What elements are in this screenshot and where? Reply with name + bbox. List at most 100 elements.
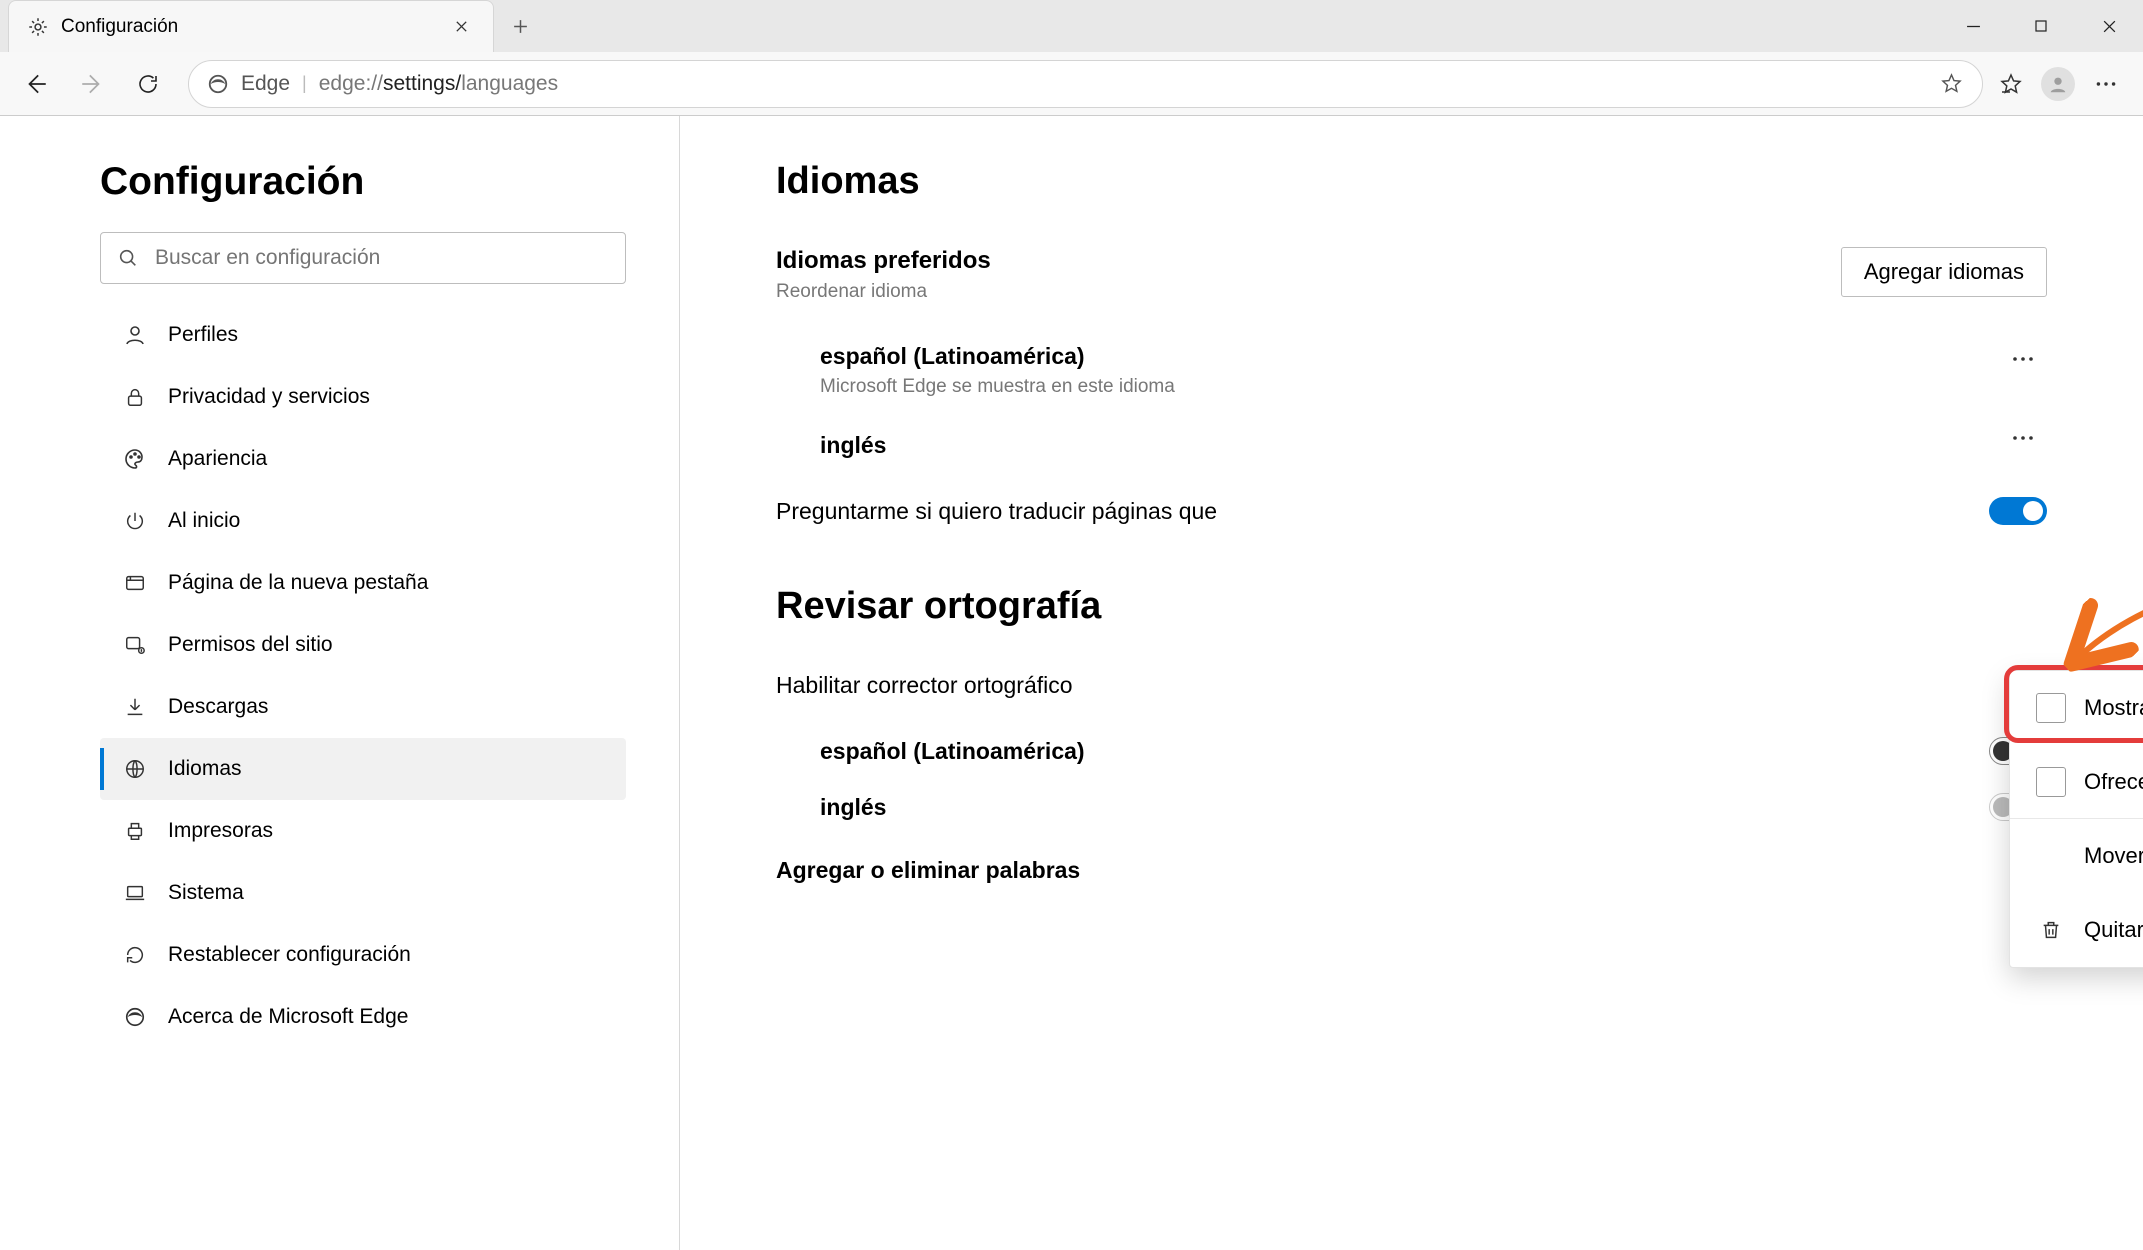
languages-icon	[122, 756, 148, 782]
spellcheck-language-name: inglés	[820, 794, 886, 821]
printer-icon	[122, 818, 148, 844]
sidebar-item-printers[interactable]: Impresoras	[100, 800, 626, 862]
menu-item-label: Quitar	[2084, 917, 2143, 943]
permissions-icon	[122, 632, 148, 658]
refresh-button[interactable]	[124, 60, 172, 108]
spellcheck-heading: Revisar ortografía	[776, 585, 2047, 628]
settings-sidebar: Configuración Perfiles Privacidad y serv…	[0, 116, 680, 1250]
settings-nav: Perfiles Privacidad y servicios Aparienc…	[100, 304, 631, 1048]
sidebar-item-onstartup[interactable]: Al inicio	[100, 490, 626, 552]
menu-item-label: Mover a la parte superior	[2084, 843, 2143, 869]
language-row: inglés	[776, 410, 2047, 471]
sidebar-item-label: Sistema	[168, 881, 244, 905]
offer-translate-row: Preguntarme si quiero traducir páginas q…	[776, 497, 2047, 525]
reorder-hint: Reordenar idioma	[776, 281, 991, 303]
preferred-languages-label: Idiomas preferidos	[776, 247, 991, 275]
sidebar-item-site-permissions[interactable]: Permisos del sitio	[100, 614, 626, 676]
window-close-button[interactable]	[2075, 0, 2143, 52]
sidebar-item-profiles[interactable]: Perfiles	[100, 304, 626, 366]
more-menu-icon[interactable]	[2093, 71, 2119, 97]
lock-icon	[122, 384, 148, 410]
window-maximize-button[interactable]	[2007, 0, 2075, 52]
title-bar: Configuración	[0, 0, 2143, 52]
add-language-button[interactable]: Agregar idiomas	[1841, 247, 2047, 297]
address-bar[interactable]: Edge | edge://settings/languages	[188, 60, 1983, 108]
tab-title: Configuración	[61, 16, 435, 38]
content-area: Configuración Perfiles Privacidad y serv…	[0, 116, 2143, 1250]
menu-item-label: Mostrar Microsoft Edge en este idioma	[2084, 695, 2143, 721]
sidebar-item-label: Idiomas	[168, 757, 242, 781]
menu-show-edge-language[interactable]: Mostrar Microsoft Edge en este idioma	[2010, 671, 2143, 745]
sidebar-item-privacy[interactable]: Privacidad y servicios	[100, 366, 626, 428]
language-more-button[interactable]	[1999, 418, 2047, 458]
dictionary-label: Agregar o eliminar palabras	[776, 857, 1080, 884]
search-icon	[117, 247, 139, 269]
settings-search-field[interactable]	[153, 245, 609, 271]
sidebar-item-label: Restablecer configuración	[168, 943, 411, 967]
sidebar-item-languages[interactable]: Idiomas	[100, 738, 626, 800]
close-tab-icon[interactable]	[447, 13, 475, 41]
language-subtext: Microsoft Edge se muestra en este idioma	[820, 376, 1175, 398]
edge-logo-icon	[122, 1004, 148, 1030]
sidebar-item-label: Apariencia	[168, 447, 267, 471]
spellcheck-enable-label: Habilitar corrector ortográfico	[776, 672, 2047, 699]
languages-heading: Idiomas	[776, 160, 2047, 203]
menu-move-top[interactable]: Mover a la parte superior	[2010, 819, 2143, 893]
checkbox-icon[interactable]	[2036, 767, 2066, 797]
download-icon	[122, 694, 148, 720]
language-name: español (Latinoamérica)	[820, 343, 1175, 370]
url-text: edge://settings/languages	[319, 72, 558, 96]
menu-offer-translate[interactable]: Ofrecer la traducción de paginas en este…	[2010, 745, 2143, 819]
sidebar-item-label: Acerca de Microsoft Edge	[168, 1005, 408, 1029]
sidebar-item-appearance[interactable]: Apariencia	[100, 428, 626, 490]
forward-button[interactable]	[68, 60, 116, 108]
language-row: español (Latinoamérica) Microsoft Edge s…	[776, 331, 2047, 410]
sidebar-item-system[interactable]: Sistema	[100, 862, 626, 924]
sidebar-item-label: Privacidad y servicios	[168, 385, 370, 409]
sidebar-item-downloads[interactable]: Descargas	[100, 676, 626, 738]
favorites-icon[interactable]	[1999, 72, 2023, 96]
settings-search-input[interactable]	[100, 232, 626, 284]
browser-tab[interactable]: Configuración	[8, 0, 494, 52]
sidebar-item-label: Impresoras	[168, 819, 273, 843]
reset-icon	[122, 942, 148, 968]
sidebar-item-label: Página de la nueva pestaña	[168, 571, 428, 595]
window-minimize-button[interactable]	[1939, 0, 2007, 52]
sidebar-item-newtab[interactable]: Página de la nueva pestaña	[100, 552, 626, 614]
dictionary-row[interactable]: Agregar o eliminar palabras	[776, 857, 2047, 884]
spellcheck-language-row: inglés	[776, 779, 2047, 835]
new-tab-button[interactable]	[494, 0, 546, 52]
sidebar-item-label: Al inicio	[168, 509, 240, 533]
favorite-star-icon[interactable]	[1938, 71, 1964, 97]
person-icon	[122, 322, 148, 348]
settings-main: Idiomas Idiomas preferidos Reordenar idi…	[680, 116, 2143, 1250]
menu-remove[interactable]: Quitar	[2010, 893, 2143, 967]
profile-avatar-icon[interactable]	[2041, 67, 2075, 101]
sidebar-item-label: Perfiles	[168, 323, 238, 347]
sidebar-item-reset[interactable]: Restablecer configuración	[100, 924, 626, 986]
trash-icon	[2036, 919, 2066, 941]
sidebar-item-about[interactable]: Acerca de Microsoft Edge	[100, 986, 626, 1048]
spellcheck-language-row: español (Latinoamérica)	[776, 723, 2047, 779]
sidebar-item-label: Descargas	[168, 695, 268, 719]
offer-translate-toggle[interactable]	[1989, 497, 2047, 525]
language-more-button[interactable]	[1999, 339, 2047, 379]
url-separator: |	[302, 73, 307, 94]
laptop-icon	[122, 880, 148, 906]
palette-icon	[122, 446, 148, 472]
edge-logo-icon	[207, 73, 229, 95]
toolbar: Edge | edge://settings/languages	[0, 52, 2143, 116]
language-context-menu: Mostrar Microsoft Edge en este idioma Of…	[2009, 670, 2143, 968]
back-button[interactable]	[12, 60, 60, 108]
newtab-icon	[122, 570, 148, 596]
gear-icon	[27, 16, 49, 38]
settings-heading: Configuración	[100, 160, 631, 204]
offer-translate-label: Preguntarme si quiero traducir páginas q…	[776, 498, 1217, 525]
sidebar-item-label: Permisos del sitio	[168, 633, 333, 657]
url-scheme-label: Edge	[241, 72, 290, 96]
checkbox-icon[interactable]	[2036, 693, 2066, 723]
language-name: inglés	[820, 432, 886, 459]
power-icon	[122, 508, 148, 534]
spellcheck-language-name: español (Latinoamérica)	[820, 738, 1085, 765]
menu-item-label: Ofrecer la traducción de paginas en este…	[2084, 769, 2143, 795]
